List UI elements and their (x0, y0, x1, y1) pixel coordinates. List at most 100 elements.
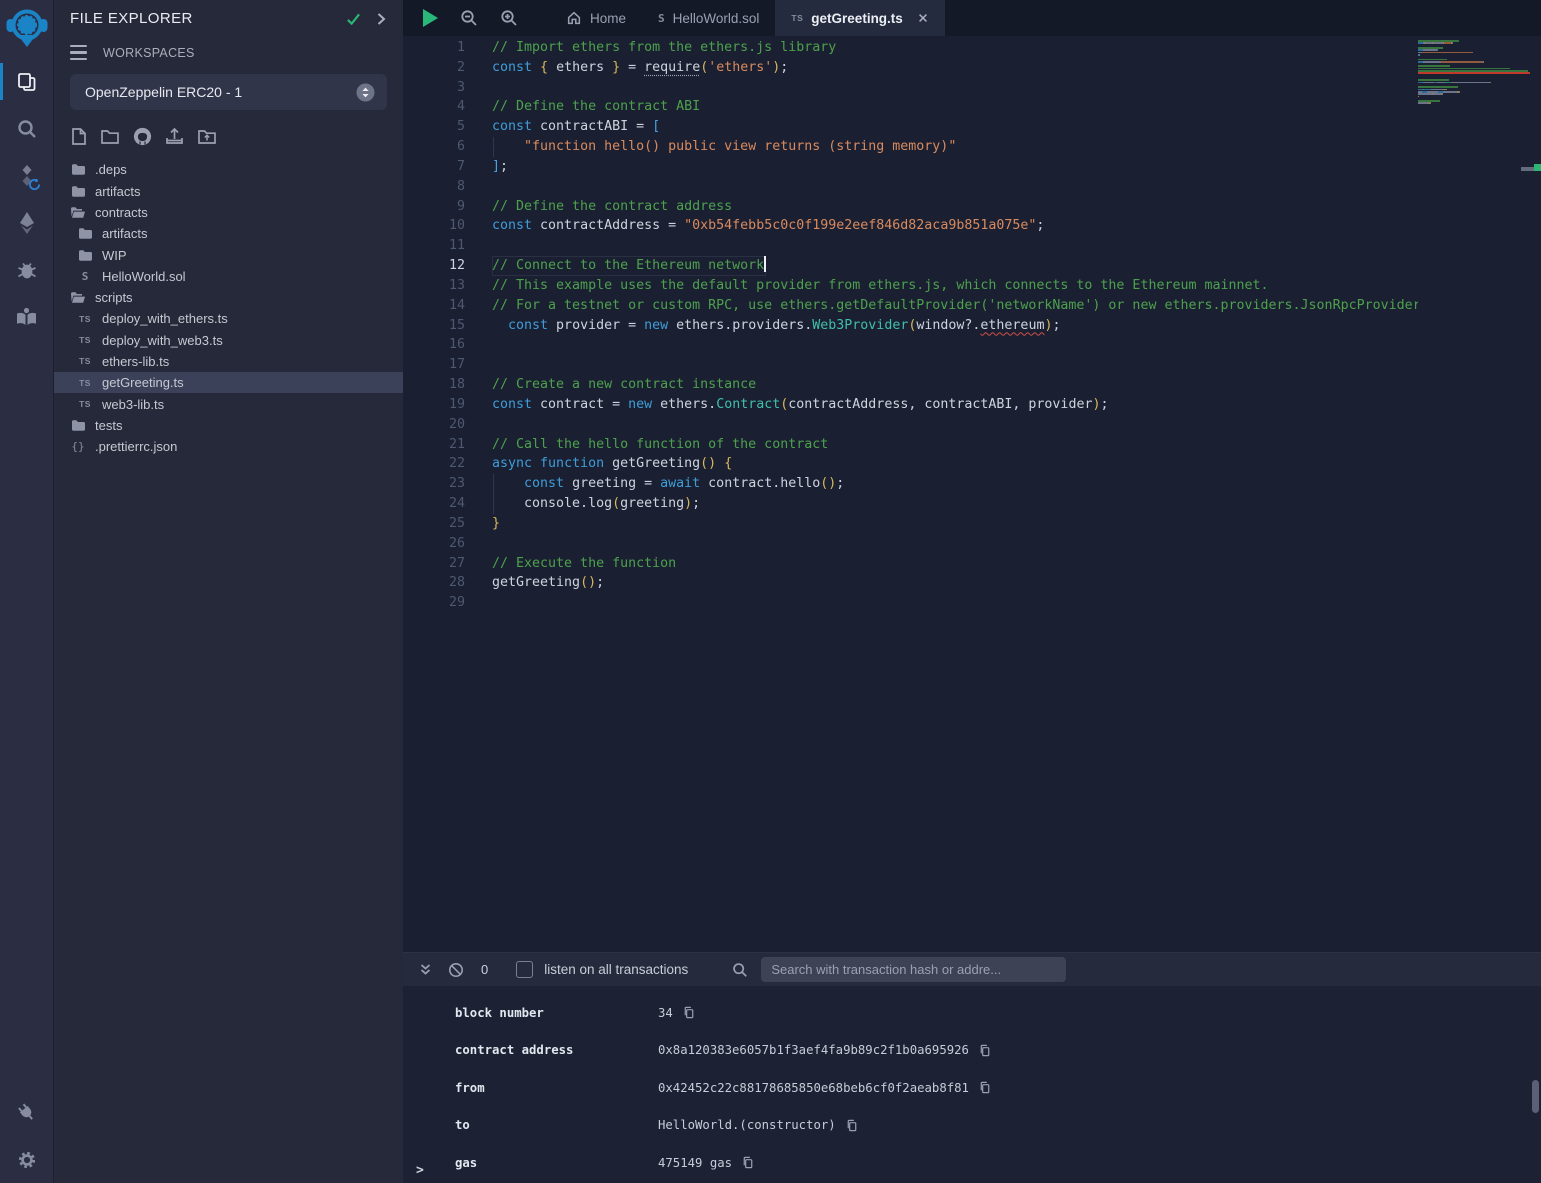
remix-logo-icon[interactable] (0, 0, 53, 58)
copy-icon[interactable] (978, 1043, 992, 1058)
tree-item-contracts[interactable]: contracts (54, 202, 403, 223)
code-line-10[interactable]: 10const contractAddress = "0xb54febb5c0c… (403, 216, 1541, 236)
code-line-24[interactable]: 24 console.log(greeting); (403, 494, 1541, 514)
line-number[interactable]: 9 (403, 197, 492, 217)
line-number[interactable]: 19 (403, 395, 492, 415)
tree-item-web3-lib-ts[interactable]: TSweb3-lib.ts (54, 393, 403, 414)
line-number[interactable]: 25 (403, 514, 492, 534)
zoom-in-icon[interactable] (500, 9, 518, 27)
code-line-15[interactable]: 15 const provider = new ethers.providers… (403, 316, 1541, 336)
code-line-1[interactable]: 1// Import ethers from the ethers.js lib… (403, 38, 1541, 58)
code-line-4[interactable]: 4// Define the contract ABI (403, 97, 1541, 117)
github-icon[interactable] (133, 127, 152, 146)
tab-home[interactable]: Home (550, 0, 642, 36)
line-number[interactable]: 8 (403, 177, 492, 197)
tree-item-scripts[interactable]: scripts (54, 287, 403, 308)
code-line-28[interactable]: 28getGreeting(); (403, 573, 1541, 593)
collapse-terminal-icon[interactable] (418, 963, 433, 977)
workspace-select[interactable]: OpenZeppelin ERC20 - 1 (70, 74, 387, 110)
code-line-14[interactable]: 14// For a testnet or custom RPC, use et… (403, 296, 1541, 316)
line-number[interactable]: 10 (403, 216, 492, 236)
line-number[interactable]: 6 (403, 137, 492, 157)
line-number[interactable]: 7 (403, 157, 492, 177)
tree-item-deploy-with-ethers-ts[interactable]: TSdeploy_with_ethers.ts (54, 308, 403, 329)
line-number[interactable]: 23 (403, 474, 492, 494)
code-line-29[interactable]: 29 (403, 593, 1541, 613)
line-number[interactable]: 21 (403, 435, 492, 455)
line-number[interactable]: 1 (403, 38, 492, 58)
code-line-12[interactable]: 12// Connect to the Ethereum network (403, 256, 1541, 276)
line-number[interactable]: 28 (403, 573, 492, 593)
line-number[interactable]: 20 (403, 415, 492, 435)
code-line-21[interactable]: 21// Call the hello function of the cont… (403, 435, 1541, 455)
new-file-icon[interactable] (71, 127, 87, 146)
tree-item--deps[interactable]: .deps (54, 159, 403, 180)
plugin-manager-icon[interactable] (0, 1089, 53, 1136)
tab-getgreeting-ts[interactable]: TS getGreeting.ts (775, 0, 944, 36)
workspaces-menu-icon[interactable] (70, 45, 87, 60)
line-number[interactable]: 11 (403, 236, 492, 256)
line-number[interactable]: 14 (403, 296, 492, 316)
code-line-19[interactable]: 19const contract = new ethers.Contract(c… (403, 395, 1541, 415)
solidity-compiler-icon[interactable] (0, 152, 53, 199)
code-line-27[interactable]: 27// Execute the function (403, 554, 1541, 574)
terminal-prompt[interactable]: > (416, 1163, 424, 1178)
code-line-22[interactable]: 22async function getGreeting() { (403, 454, 1541, 474)
learn-icon[interactable] (0, 293, 53, 340)
copy-icon[interactable] (741, 1155, 755, 1170)
listen-transactions-checkbox[interactable] (516, 961, 533, 978)
tree-item-tests[interactable]: tests (54, 415, 403, 436)
code-line-23[interactable]: 23 const greeting = await contract.hello… (403, 474, 1541, 494)
line-number[interactable]: 22 (403, 454, 492, 474)
code-line-16[interactable]: 16 (403, 335, 1541, 355)
settings-icon[interactable] (0, 1136, 53, 1183)
tree-item-getgreeting-ts[interactable]: TSgetGreeting.ts (54, 372, 403, 393)
line-number[interactable]: 15 (403, 316, 492, 336)
terminal-scrollbar[interactable] (1532, 1080, 1539, 1113)
clear-console-icon[interactable] (448, 962, 464, 978)
tree-item-deploy-with-web3-ts[interactable]: TSdeploy_with_web3.ts (54, 330, 403, 351)
line-number[interactable]: 27 (403, 554, 492, 574)
chevron-right-icon[interactable] (375, 12, 387, 26)
tree-item-artifacts[interactable]: artifacts (54, 180, 403, 201)
terminal-search-input[interactable] (761, 957, 1066, 982)
line-number[interactable]: 2 (403, 58, 492, 78)
line-number[interactable]: 18 (403, 375, 492, 395)
upload-file-icon[interactable] (165, 127, 184, 146)
tree-item-ethers-lib-ts[interactable]: TSethers-lib.ts (54, 351, 403, 372)
line-number[interactable]: 26 (403, 534, 492, 554)
code-line-25[interactable]: 25} (403, 514, 1541, 534)
line-number[interactable]: 5 (403, 117, 492, 137)
copy-icon[interactable] (845, 1118, 859, 1133)
line-number[interactable]: 17 (403, 355, 492, 375)
tab-helloworld-sol[interactable]: S HelloWorld.sol (642, 0, 775, 36)
line-number[interactable]: 4 (403, 97, 492, 117)
deploy-run-icon[interactable] (0, 199, 53, 246)
new-folder-icon[interactable] (100, 128, 120, 145)
line-number[interactable]: 13 (403, 276, 492, 296)
copy-icon[interactable] (682, 1005, 696, 1020)
close-tab-icon[interactable] (917, 12, 929, 24)
code-line-7[interactable]: 7]; (403, 157, 1541, 177)
code-line-3[interactable]: 3 (403, 78, 1541, 98)
upload-folder-icon[interactable] (197, 128, 217, 145)
line-number[interactable]: 12 (403, 256, 492, 276)
code-line-13[interactable]: 13// This example uses the default provi… (403, 276, 1541, 296)
code-line-11[interactable]: 11 (403, 236, 1541, 256)
tree-item-artifacts[interactable]: artifacts (54, 223, 403, 244)
file-explorer-icon[interactable] (0, 58, 53, 105)
tree-item-wip[interactable]: WIP (54, 244, 403, 265)
code-line-18[interactable]: 18// Create a new contract instance (403, 375, 1541, 395)
line-number[interactable]: 16 (403, 335, 492, 355)
code-line-26[interactable]: 26 (403, 534, 1541, 554)
code-line-2[interactable]: 2const { ethers } = require('ethers'); (403, 58, 1541, 78)
line-number[interactable]: 29 (403, 593, 492, 613)
code-line-8[interactable]: 8 (403, 177, 1541, 197)
code-line-20[interactable]: 20 (403, 415, 1541, 435)
minimap[interactable] (1418, 36, 1534, 953)
line-number[interactable]: 3 (403, 78, 492, 98)
code-editor[interactable]: 1// Import ethers from the ethers.js lib… (403, 36, 1541, 953)
copy-icon[interactable] (978, 1080, 992, 1095)
tree-item-helloworld-sol[interactable]: SHelloWorld.sol (54, 266, 403, 287)
check-icon[interactable] (346, 12, 361, 26)
